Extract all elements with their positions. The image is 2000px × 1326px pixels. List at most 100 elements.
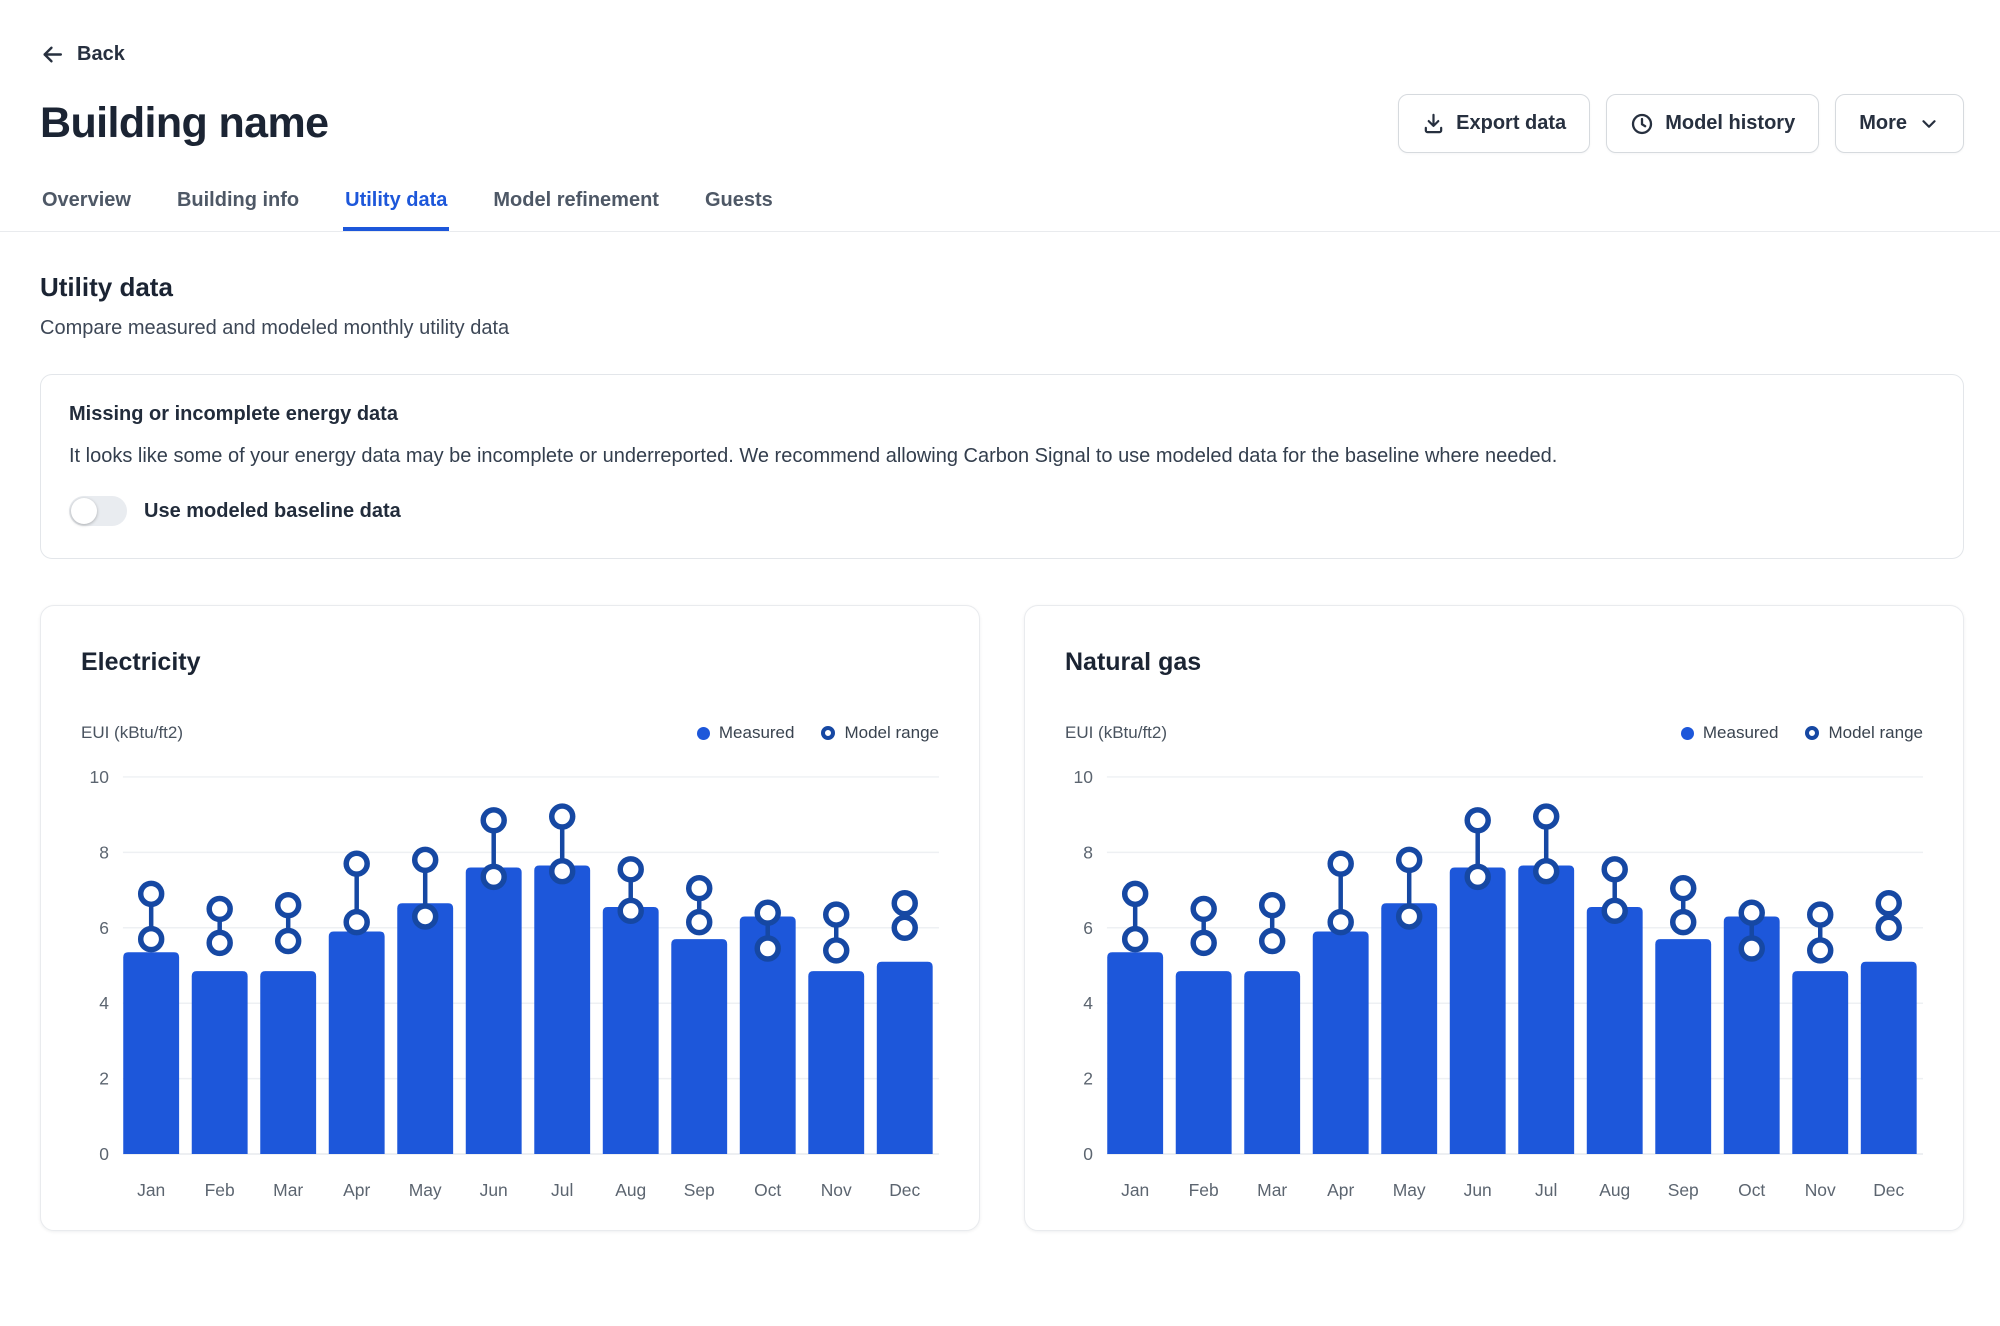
x-tick-label-dec: Dec — [889, 1180, 920, 1200]
y-tick-label: 6 — [99, 918, 109, 938]
x-tick-label-feb: Feb — [1189, 1180, 1219, 1200]
x-tick-label-oct: Oct — [754, 1180, 781, 1200]
model-range-apr — [346, 853, 367, 932]
tab-utility-data[interactable]: Utility data — [343, 183, 449, 231]
x-tick-label-jul: Jul — [551, 1180, 573, 1200]
tab-bar: Overview Building info Utility data Model r… — [0, 183, 2000, 232]
bar-dec — [877, 962, 933, 1154]
more-button[interactable]: More — [1835, 94, 1964, 153]
natural-gas-chart: 0246810JanFebMarAprMayJunJulAugSepOctNov… — [1065, 751, 1923, 1202]
export-data-button[interactable]: Export data — [1398, 94, 1590, 153]
y-tick-label: 0 — [99, 1144, 109, 1164]
chart-header: EUI (kBtu/ft2)MeasuredModel range — [1065, 723, 1923, 743]
legend-item-model-range: Model range — [821, 723, 939, 743]
model-range-apr — [1330, 853, 1351, 932]
y-tick-label: 8 — [1083, 842, 1093, 862]
y-tick-label: 6 — [1083, 918, 1093, 938]
bar-feb — [192, 971, 248, 1154]
bar-mar — [1244, 971, 1300, 1154]
y-tick-label: 10 — [90, 767, 110, 787]
x-tick-label-apr: Apr — [1327, 1180, 1354, 1200]
model-range-dec — [1878, 893, 1899, 938]
clock-icon — [1630, 112, 1654, 136]
bar-may — [397, 903, 453, 1154]
legend-label: Measured — [719, 723, 795, 743]
bar-nov — [808, 971, 864, 1154]
x-tick-label-jun: Jun — [480, 1180, 508, 1200]
back-link[interactable]: Back — [40, 42, 125, 67]
bar-sep — [671, 939, 727, 1154]
chevron-down-icon — [1918, 113, 1940, 135]
model-range-ring-icon — [1805, 726, 1819, 740]
chart-legend: Measured Model range — [1681, 723, 1923, 743]
bar-jan — [123, 952, 179, 1154]
x-tick-label-jan: Jan — [137, 1180, 165, 1200]
bar-nov — [1792, 971, 1848, 1154]
x-tick-label-apr: Apr — [343, 1180, 370, 1200]
x-tick-label-may: May — [1393, 1180, 1426, 1200]
x-tick-label-mar: Mar — [273, 1180, 303, 1200]
model-range-may — [415, 849, 436, 927]
bar-mar — [260, 971, 316, 1154]
model-range-jul — [1536, 806, 1557, 882]
export-data-label: Export data — [1456, 112, 1566, 135]
x-tick-label-sep: Sep — [1668, 1180, 1699, 1200]
y-tick-label: 10 — [1074, 767, 1094, 787]
bar-sep — [1655, 939, 1711, 1154]
model-range-sep — [689, 878, 710, 933]
x-tick-label-aug: Aug — [615, 1180, 646, 1200]
measured-dot-icon — [1681, 727, 1694, 740]
bar-jul — [534, 866, 590, 1154]
bar-apr — [1313, 932, 1369, 1154]
bar-apr — [329, 932, 385, 1154]
x-tick-label-jun: Jun — [1464, 1180, 1492, 1200]
back-label: Back — [77, 43, 125, 66]
bar-jul — [1518, 866, 1574, 1154]
x-tick-label-dec: Dec — [1873, 1180, 1904, 1200]
x-tick-label-may: May — [409, 1180, 442, 1200]
model-range-nov — [1810, 904, 1831, 961]
back-arrow-icon — [40, 42, 65, 67]
tab-building-info[interactable]: Building info — [175, 183, 301, 231]
model-range-jun — [483, 810, 504, 888]
model-range-jul — [552, 806, 573, 882]
bar-jun — [466, 867, 522, 1154]
measured-dot-icon — [697, 727, 710, 740]
legend-item-model-range: Model range — [1805, 723, 1923, 743]
model-range-jun — [1467, 810, 1488, 888]
bar-feb — [1176, 971, 1232, 1154]
y-axis-label: EUI (kBtu/ft2) — [81, 723, 183, 743]
tab-overview[interactable]: Overview — [40, 183, 133, 231]
y-tick-label: 0 — [1083, 1144, 1093, 1164]
electricity-chart: 0246810JanFebMarAprMayJunJulAugSepOctNov… — [81, 751, 939, 1202]
model-range-mar — [1262, 895, 1283, 952]
bar-aug — [1587, 907, 1643, 1154]
chart-cards: ElectricityEUI (kBtu/ft2)MeasuredModel r… — [40, 605, 1964, 1231]
x-tick-label-nov: Nov — [821, 1180, 852, 1200]
header-row: Building name Export data Model history … — [40, 94, 1964, 153]
chart-card-electricity: ElectricityEUI (kBtu/ft2)MeasuredModel r… — [40, 605, 980, 1231]
model-range-may — [1399, 849, 1420, 927]
page-title: Building name — [40, 99, 328, 148]
chart-card-natural-gas: Natural gasEUI (kBtu/ft2)MeasuredModel r… — [1024, 605, 1964, 1231]
bar-jun — [1450, 867, 1506, 1154]
alert-body: It looks like some of your energy data m… — [69, 443, 1935, 470]
tab-guests[interactable]: Guests — [703, 183, 775, 231]
y-tick-label: 2 — [99, 1069, 109, 1089]
tab-model-refinement[interactable]: Model refinement — [491, 183, 661, 231]
page: Back Building name Export data Model his… — [0, 0, 2000, 1231]
toggle-knob-icon — [71, 498, 97, 524]
model-history-label: Model history — [1665, 112, 1795, 135]
chart-title-natural-gas: Natural gas — [1065, 648, 1923, 677]
model-history-button[interactable]: Model history — [1606, 94, 1819, 153]
y-tick-label: 8 — [99, 842, 109, 862]
x-tick-label-feb: Feb — [205, 1180, 235, 1200]
use-modeled-baseline-toggle[interactable] — [69, 496, 127, 526]
x-tick-label-nov: Nov — [1805, 1180, 1836, 1200]
legend-label: Measured — [1703, 723, 1779, 743]
model-range-aug — [620, 859, 641, 921]
model-range-ring-icon — [821, 726, 835, 740]
missing-data-alert: Missing or incomplete energy data It loo… — [40, 374, 1964, 559]
toggle-row: Use modeled baseline data — [69, 496, 1935, 526]
legend-label: Model range — [844, 723, 939, 743]
